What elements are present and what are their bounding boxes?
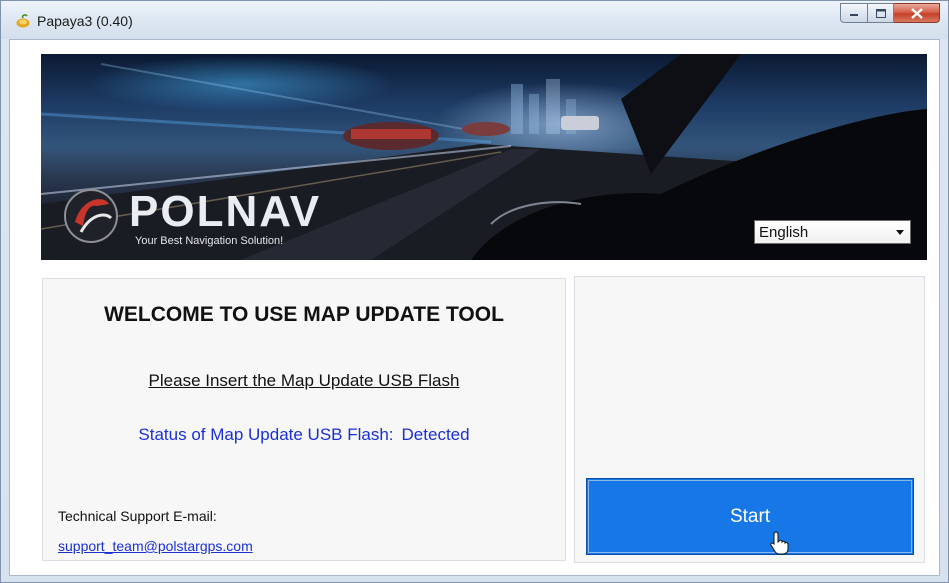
action-panel: Start <box>574 276 925 563</box>
support-label: Technical Support E-mail: <box>58 508 217 524</box>
minimize-icon <box>850 14 858 16</box>
welcome-heading: WELCOME TO USE MAP UPDATE TOOL <box>104 303 504 326</box>
start-button[interactable]: Start <box>586 478 914 555</box>
papaya-app-icon <box>16 14 30 28</box>
support-email-link[interactable]: support_team@polstargps.com <box>58 538 253 554</box>
title-bar[interactable]: Papaya3 (0.40) <box>1 1 948 39</box>
language-select[interactable]: English <box>754 220 911 244</box>
welcome-panel: WELCOME TO USE MAP UPDATE TOOL Please In… <box>42 278 566 561</box>
brand-tagline: Your Best Navigation Solution! <box>135 235 283 247</box>
usb-status-value: Detected <box>401 425 470 444</box>
brand-logo: POLNAV <box>129 187 321 236</box>
window-controls <box>840 3 940 25</box>
client-area: POLNAV Your Best Navigation Solution! En… <box>9 39 940 576</box>
hand-cursor-icon <box>770 531 789 555</box>
maximize-icon <box>875 8 886 18</box>
chevron-down-icon <box>896 230 904 235</box>
minimize-button[interactable] <box>840 3 868 23</box>
usb-status: Status of Map Update USB Flash: Detected <box>43 425 565 445</box>
language-value: English <box>759 224 809 241</box>
close-button[interactable] <box>894 3 940 23</box>
window-title: Papaya3 (0.40) <box>37 13 133 29</box>
app-window: Papaya3 (0.40) POLNAV Your Best Navigati… <box>0 0 949 583</box>
usb-status-label: Status of Map Update USB Flash: <box>138 425 394 444</box>
insert-instruction: Please Insert the Map Update USB Flash <box>148 371 460 390</box>
banner-image: POLNAV Your Best Navigation Solution! En… <box>41 54 927 260</box>
start-button-label: Start <box>729 505 771 527</box>
maximize-button[interactable] <box>868 3 894 23</box>
close-icon <box>910 7 923 19</box>
